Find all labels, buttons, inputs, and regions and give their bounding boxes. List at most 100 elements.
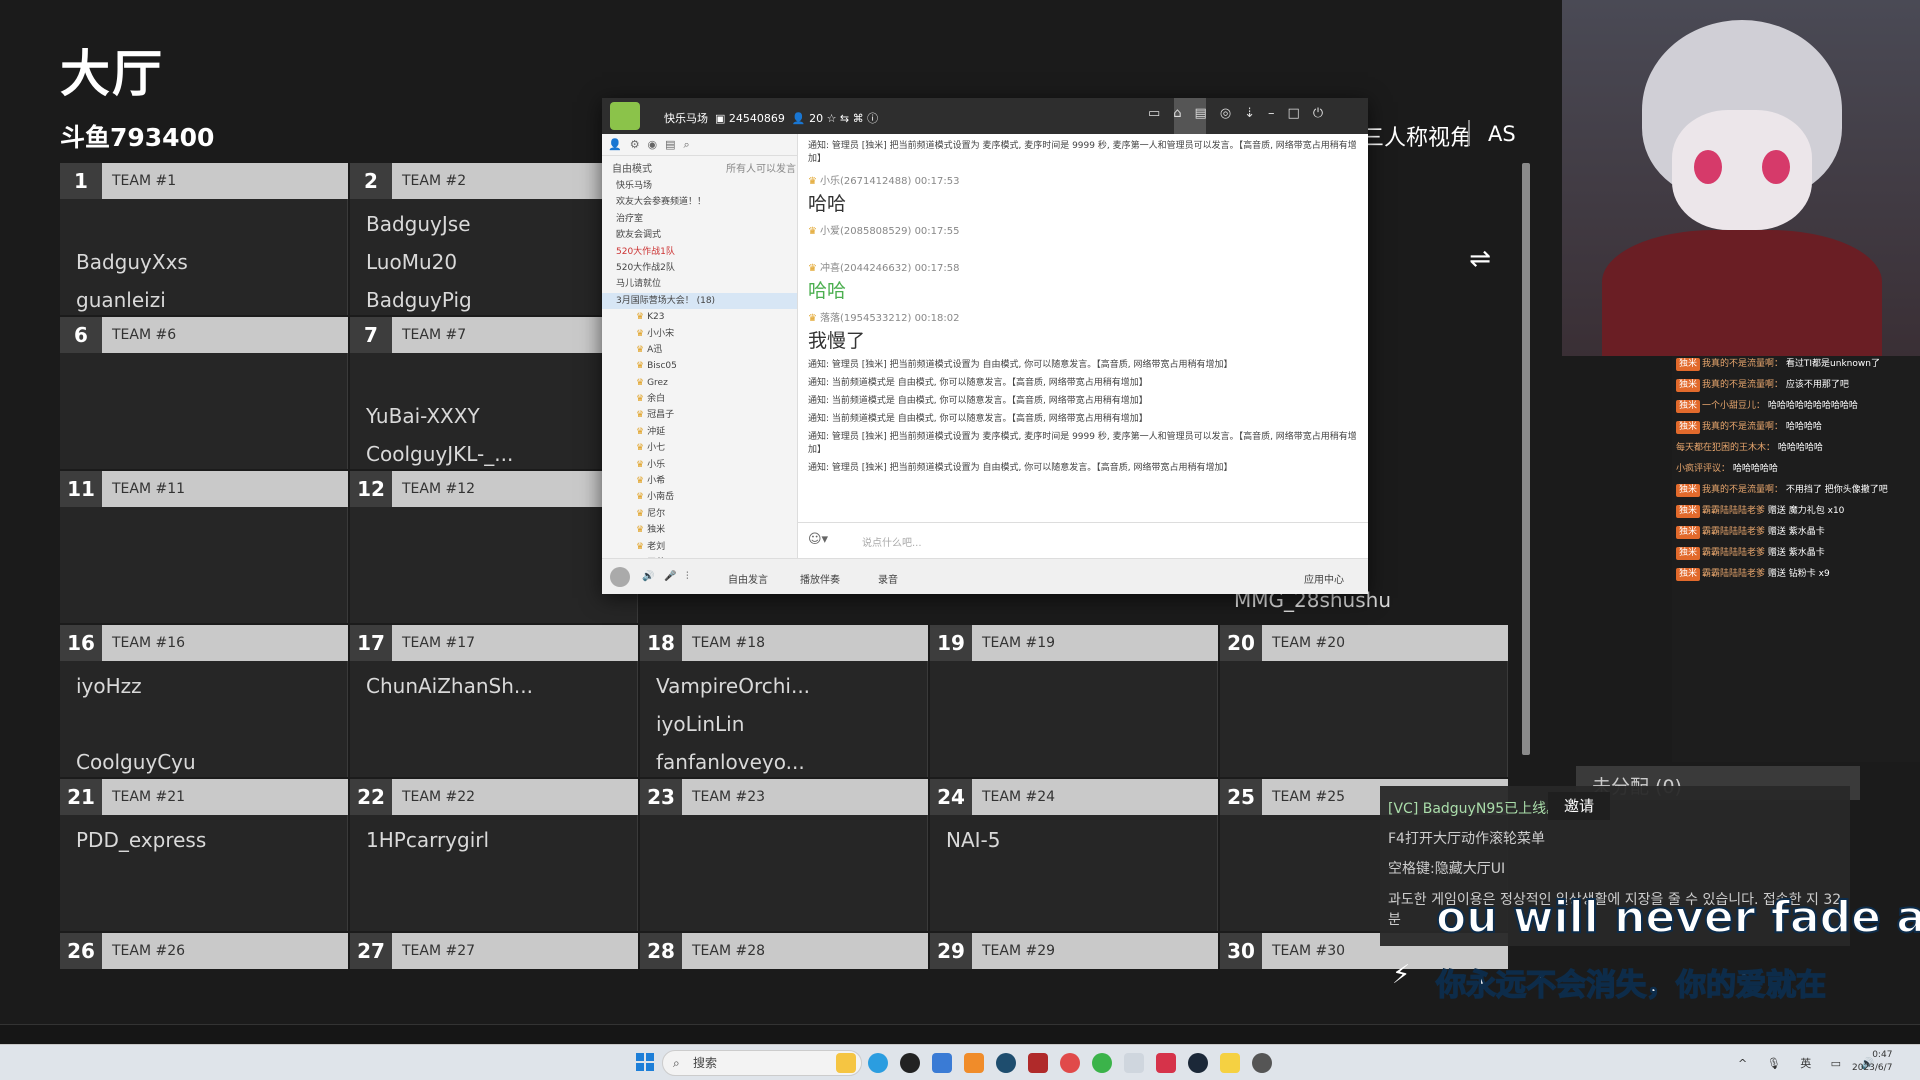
channel-item[interactable]: ♛ 小希 <box>616 473 797 489</box>
channel-item[interactable]: 治疗室 <box>616 211 797 227</box>
channel-item[interactable]: ♛ Bisc05 <box>616 358 797 374</box>
player-slot[interactable]: iyoHzz <box>76 667 142 705</box>
team-header[interactable] <box>60 779 348 815</box>
lobby-scrollbar[interactable] <box>1522 163 1530 755</box>
team-header[interactable] <box>350 625 638 661</box>
team-header[interactable] <box>60 317 348 353</box>
player-slot[interactable]: YuBai-XXXY <box>366 397 480 435</box>
team-cell[interactable]: 27 TEAM #27 <box>350 933 638 969</box>
channel-item[interactable]: 马儿请就位 <box>616 276 797 292</box>
team-slots[interactable] <box>1220 661 1508 777</box>
chat-input-bar[interactable]: ☺▾ 说点什么吧... <box>798 522 1368 558</box>
free-speak-button[interactable]: 自由发言 <box>728 571 768 586</box>
channel-item[interactable]: ♛ 小七 <box>616 440 797 456</box>
team-slots[interactable] <box>640 815 928 931</box>
player-slot[interactable]: CoolguyJKL-_... <box>366 435 513 473</box>
danmaku-nick[interactable]: 霸霸陆陆陆老爹 <box>1702 569 1765 579</box>
team-header[interactable] <box>350 471 638 507</box>
team-header[interactable] <box>640 933 928 969</box>
voice-chat-titlebar[interactable]: 快乐马场 ▣ 24540869 👤 20 ☆ ⇆ ⌘ ⓘ ▭⌂▤◎⇣–□⏻ <box>602 98 1368 134</box>
team-cell[interactable]: 21 TEAM #21 PDD_express <box>60 779 348 931</box>
player-slot[interactable]: LuoMu20 <box>366 243 457 281</box>
team-slots[interactable] <box>350 507 638 623</box>
view-label[interactable]: 三人称视角 <box>1362 120 1472 152</box>
team-cell[interactable]: 22 TEAM #22 1HPcarrygirl <box>350 779 638 931</box>
team-header[interactable] <box>60 625 348 661</box>
folder-icon[interactable] <box>836 1053 856 1073</box>
message-author[interactable]: ♛ 小爱(2085808529) 00:17:55 <box>808 222 1358 237</box>
team-header[interactable] <box>350 779 638 815</box>
steam-like-icon[interactable] <box>900 1053 920 1073</box>
team-header[interactable] <box>350 317 638 353</box>
channel-item[interactable]: ♛ A迅 <box>616 342 797 358</box>
danmaku-nick[interactable]: 我真的不是流量啊： <box>1702 359 1783 369</box>
app-center-button[interactable]: 应用中心 <box>1304 571 1344 586</box>
netease-icon[interactable] <box>1060 1053 1080 1073</box>
player-slot[interactable]: ChunAiZhanSh... <box>366 667 533 705</box>
edge-icon[interactable] <box>868 1053 888 1073</box>
taskbar-search[interactable]: ⌕ 搜索 <box>662 1050 862 1076</box>
danmaku-nick[interactable]: 我真的不是流量啊： <box>1702 485 1783 495</box>
wechat-icon[interactable] <box>1092 1053 1112 1073</box>
team-cell[interactable]: 20 TEAM #20 <box>1220 625 1508 777</box>
store-icon[interactable] <box>932 1053 952 1073</box>
channel-item[interactable]: ♛ 小乐 <box>616 457 797 473</box>
clock[interactable]: 0:47 2023/6/7 <box>1852 1049 1892 1075</box>
message-author[interactable]: ♛ 冲喜(2044246632) 00:17:58 <box>808 259 1358 274</box>
steam-icon[interactable] <box>1188 1053 1208 1073</box>
team-header[interactable] <box>350 933 638 969</box>
message-author[interactable]: ♛ 落落(1954533212) 00:18:02 <box>808 309 1358 324</box>
window-controls[interactable]: ▭⌂▤◎⇣–□⏻ <box>1148 106 1336 121</box>
app-orange-icon[interactable] <box>964 1053 984 1073</box>
channel-item[interactable]: ♛ 沖延 <box>616 424 797 440</box>
player-slot[interactable]: NAI-5 <box>946 821 1000 859</box>
team-cell[interactable]: 7 TEAM #7 YuBai-XXXY CoolguyJKL-_... <box>350 317 638 469</box>
team-header[interactable] <box>640 779 928 815</box>
danmaku-nick[interactable]: 霸霸陆陆陆老爹 <box>1702 527 1765 537</box>
user-avatar[interactable] <box>610 567 630 587</box>
danmaku-nick[interactable]: 每天都在犯困的王木木： <box>1676 443 1775 453</box>
swap-icon[interactable]: ⇌ <box>1462 244 1498 274</box>
mic-icon[interactable]: 🎤 <box>664 571 676 582</box>
team-cell[interactable]: 17 TEAM #17 ChunAiZhanSh... <box>350 625 638 777</box>
channel-toolbar[interactable]: 👤⚙◉▤⌕ <box>602 134 797 156</box>
channel-item[interactable]: ♛ Grez <box>616 375 797 391</box>
team-cell[interactable]: 18 TEAM #18 VampireOrchi... iyoLinLin fanfan… <box>640 625 928 777</box>
channel-item[interactable]: ♛ 老刘 <box>616 539 797 555</box>
danmaku-nick[interactable]: 霸霸陆陆陆老爹 <box>1702 548 1765 558</box>
team-header[interactable] <box>60 163 348 199</box>
channel-item[interactable]: ♛ 尼尔 <box>616 506 797 522</box>
player-slot[interactable]: BadguyJse <box>366 205 471 243</box>
emoji-icon[interactable]: ☺▾ <box>808 532 828 547</box>
yy-icon[interactable] <box>1220 1053 1240 1073</box>
channel-item[interactable]: 欧友会调式 <box>616 227 797 243</box>
start-icon[interactable] <box>636 1053 654 1071</box>
app-red-icon[interactable] <box>1028 1053 1048 1073</box>
player-slot[interactable]: CoolguyCyu <box>76 743 196 781</box>
view-mode[interactable]: AS <box>1488 122 1516 146</box>
team-cell[interactable]: 28 TEAM #28 <box>640 933 928 969</box>
danmaku-nick[interactable]: 小疯评评议： <box>1676 464 1730 474</box>
channel-item[interactable]: 520大作战1队 <box>616 244 797 260</box>
team-cell[interactable]: 24 TEAM #24 NAI-5 <box>930 779 1218 931</box>
danmaku-nick[interactable]: 一个小甜豆儿： <box>1702 401 1765 411</box>
team-header[interactable] <box>930 933 1218 969</box>
speaker-icon[interactable]: 🔊 <box>642 571 654 582</box>
team-cell[interactable]: 23 TEAM #23 <box>640 779 928 931</box>
channel-item[interactable]: 欢友大会参赛频道！！ <box>616 194 797 210</box>
team-slots[interactable] <box>60 507 348 623</box>
team-header[interactable] <box>350 163 638 199</box>
channel-item[interactable]: ♛ K23 <box>616 309 797 325</box>
danmaku-nick[interactable]: 霸霸陆陆陆老爹 <box>1702 506 1765 516</box>
mixer-icon[interactable]: ⫶ <box>686 571 689 582</box>
team-header[interactable] <box>930 625 1218 661</box>
team-cell[interactable]: 11 TEAM #11 <box>60 471 348 623</box>
player-slot[interactable]: VampireOrchi... <box>656 667 810 705</box>
chat-input[interactable]: 说点什么吧... <box>862 534 922 549</box>
team-header[interactable] <box>1220 625 1508 661</box>
team-cell[interactable]: 29 TEAM #29 <box>930 933 1218 969</box>
app-teal-icon[interactable] <box>996 1053 1016 1073</box>
channel-item[interactable]: ♛ 小南岳 <box>616 489 797 505</box>
channel-item[interactable]: ♛ 冠昌子 <box>616 407 797 423</box>
invite-button[interactable]: 邀请 <box>1548 792 1610 820</box>
